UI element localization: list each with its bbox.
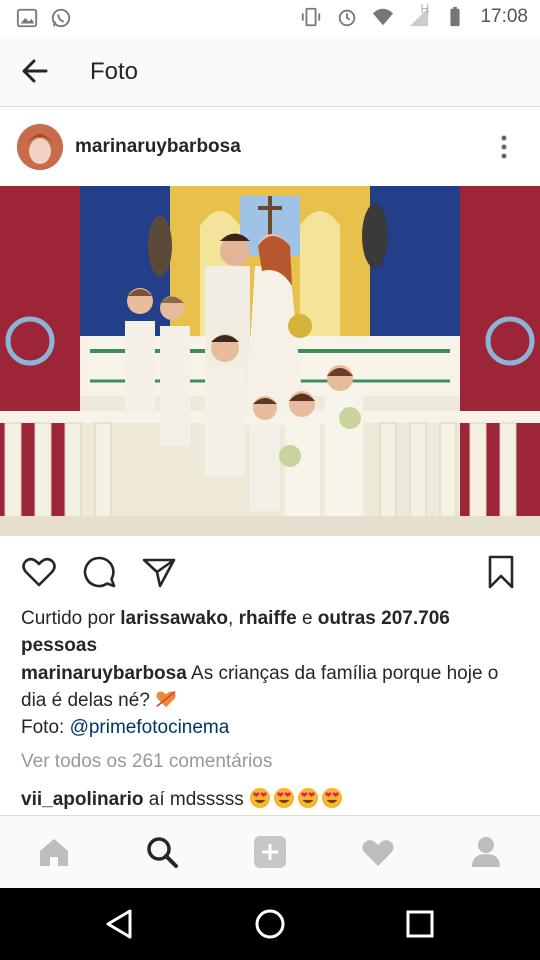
orange-heart-arrow-icon <box>156 690 176 708</box>
comment-username[interactable]: vii_apolinario <box>21 789 143 810</box>
comment-icon[interactable] <box>81 554 117 590</box>
likes-prefix: Curtido por <box>21 608 121 629</box>
heart-eyes-emoji-icon <box>321 787 343 809</box>
post-username[interactable]: marinaruybarbosa <box>75 136 241 158</box>
more-options-icon[interactable] <box>496 134 512 160</box>
likes-separator: , <box>228 608 239 629</box>
wedding-photo[interactable] <box>0 186 540 536</box>
heart-eyes-emoji-icon <box>297 787 319 809</box>
share-icon[interactable] <box>141 554 177 590</box>
profile-icon[interactable] <box>468 834 504 870</box>
comment-text: aí mdsssss <box>143 789 244 810</box>
comment-emojis <box>249 787 345 810</box>
status-bar: H 17:08 <box>0 0 540 36</box>
alarm-icon <box>339 9 356 27</box>
home-icon[interactable] <box>36 834 72 870</box>
whatsapp-icon <box>51 8 71 28</box>
comment-row: vii_apolinario aí mdsssss <box>21 787 345 811</box>
likes-conjunction: e <box>296 608 318 629</box>
liker-username[interactable]: rhaiffe <box>239 608 297 629</box>
battery-icon <box>450 6 461 27</box>
back-triangle-icon[interactable] <box>102 906 138 942</box>
image-icon <box>16 8 38 28</box>
clock: 17:08 <box>480 6 528 27</box>
post-actions <box>0 536 540 606</box>
caption-credit-link[interactable]: @primefotocinema <box>70 717 230 738</box>
heart-icon[interactable] <box>21 554 57 590</box>
heart-eyes-emoji-icon <box>249 787 271 809</box>
app-bar: Foto <box>0 36 540 107</box>
heart-eyes-emoji-icon <box>273 787 295 809</box>
wifi-icon <box>373 8 394 26</box>
likes-summary: Curtido por larissawako, rhaiffe e outra… <box>21 605 521 659</box>
liker-username[interactable]: larissawako <box>120 608 228 629</box>
activity-heart-icon[interactable] <box>360 834 396 870</box>
add-icon[interactable] <box>252 834 288 870</box>
search-icon[interactable] <box>144 834 180 870</box>
caption-username[interactable]: marinaruybarbosa <box>21 663 187 684</box>
post-caption: marinaruybarbosa As crianças da família … <box>21 660 526 741</box>
page-title: Foto <box>90 58 139 85</box>
bottom-navigation <box>0 815 540 888</box>
recents-square-icon[interactable] <box>402 906 438 942</box>
network-type-label: H <box>420 2 430 16</box>
avatar[interactable] <box>17 124 63 170</box>
system-navigation-bar <box>0 888 540 960</box>
arrow-left-icon[interactable] <box>20 56 50 86</box>
post-header: marinaruybarbosa <box>0 108 540 186</box>
view-all-comments-link[interactable]: Ver todos os 261 comentários <box>21 751 272 773</box>
vibrate-icon <box>302 7 321 27</box>
caption-credit-prefix: Foto: <box>21 717 70 738</box>
home-circle-icon[interactable] <box>252 906 288 942</box>
bookmark-icon[interactable] <box>483 554 519 590</box>
